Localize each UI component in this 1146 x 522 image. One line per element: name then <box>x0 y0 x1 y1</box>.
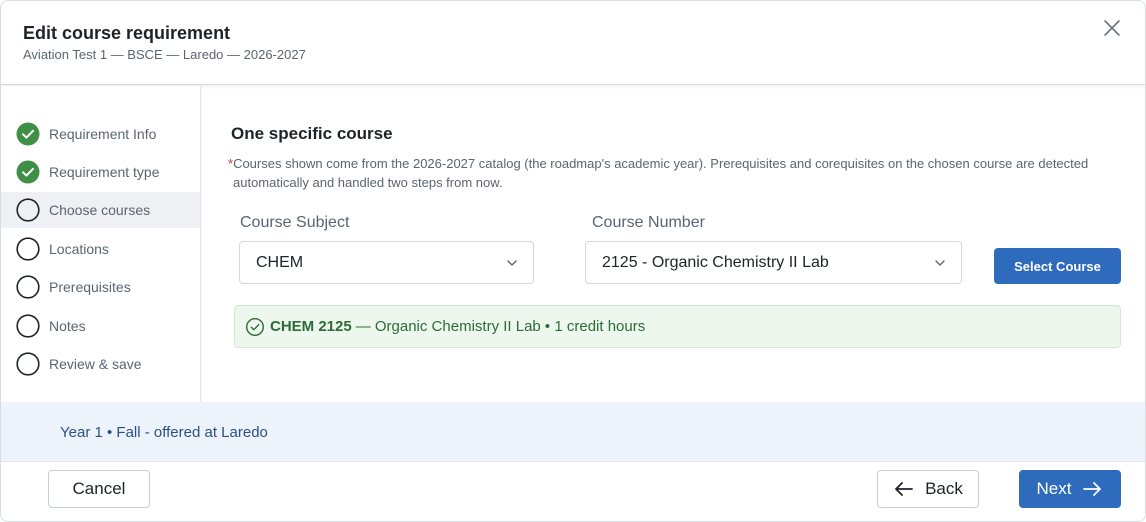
check-circle-icon <box>16 122 40 146</box>
steps-sidebar: Requirement Info Requirement type Choose… <box>1 86 201 402</box>
step-choose-courses[interactable]: Choose courses <box>1 192 200 228</box>
step-label: Notes <box>49 318 86 334</box>
dialog-subtitle: Aviation Test 1 — BSCE — Laredo — 2026-2… <box>23 47 306 62</box>
step-locations[interactable]: Locations <box>1 231 200 267</box>
chevron-down-icon <box>507 260 517 266</box>
check-circle-outline-icon <box>245 317 265 336</box>
step-content: One specific course *Courses shown come … <box>202 86 1145 402</box>
catalog-note: *Courses shown come from the 2026-2027 c… <box>228 154 1118 192</box>
empty-circle-icon <box>16 237 40 261</box>
term-info-text: Year 1 • Fall - offered at Laredo <box>60 424 268 441</box>
step-requirement-info[interactable]: Requirement Info <box>1 116 200 152</box>
empty-circle-icon <box>16 352 40 376</box>
step-review-save[interactable]: Review & save <box>1 346 200 382</box>
empty-circle-icon <box>16 314 40 338</box>
cancel-label: Cancel <box>72 479 126 498</box>
course-subject-label: Course Subject <box>240 214 350 231</box>
course-number-select[interactable]: 2125 - Organic Chemistry II Lab <box>585 241 962 284</box>
empty-circle-icon <box>16 198 40 222</box>
step-label: Locations <box>49 241 109 257</box>
selected-course-code: CHEM 2125 <box>270 318 352 335</box>
step-requirement-type[interactable]: Requirement type <box>1 154 200 190</box>
selected-course-details: — Organic Chemistry II Lab • 1 credit ho… <box>355 318 646 335</box>
check-circle-icon <box>16 160 40 184</box>
next-button[interactable]: Next <box>1019 470 1121 508</box>
term-info-bar: Year 1 • Fall - offered at Laredo <box>1 402 1145 462</box>
next-label: Next <box>1036 479 1072 498</box>
edit-course-requirement-dialog: Edit course requirement Aviation Test 1 … <box>0 0 1146 522</box>
empty-circle-icon <box>16 275 40 299</box>
step-label: Choose courses <box>49 202 151 218</box>
step-notes[interactable]: Notes <box>1 308 200 344</box>
dialog-header: Edit course requirement Aviation Test 1 … <box>1 1 1145 85</box>
note-text-continued: automatically and handled two steps from… <box>233 175 503 190</box>
back-button[interactable]: Back <box>877 470 979 508</box>
arrow-left-icon <box>895 482 913 496</box>
step-label: Prerequisites <box>49 279 131 295</box>
course-number-value: 2125 - Organic Chemistry II Lab <box>602 253 829 271</box>
back-label: Back <box>925 479 963 498</box>
selected-course-confirmation: CHEM 2125 — Organic Chemistry II Lab • 1… <box>234 305 1121 348</box>
step-label: Requirement Info <box>49 126 157 142</box>
dialog-title: Edit course requirement <box>23 23 231 43</box>
step-label: Review & save <box>49 356 142 372</box>
step-prerequisites[interactable]: Prerequisites <box>1 269 200 305</box>
arrow-right-icon <box>1083 482 1102 496</box>
dialog-footer: Cancel Back Next <box>1 463 1145 521</box>
section-title: One specific course <box>231 124 393 143</box>
note-text: Courses shown come from the 2026-2027 ca… <box>233 156 1089 171</box>
chevron-down-icon <box>935 260 945 266</box>
close-button[interactable] <box>1099 15 1125 41</box>
cancel-button[interactable]: Cancel <box>48 470 150 508</box>
course-subject-value: CHEM <box>256 253 304 271</box>
close-icon <box>1104 20 1120 36</box>
step-label: Requirement type <box>49 164 160 180</box>
course-number-label: Course Number <box>592 214 705 231</box>
select-course-button[interactable]: Select Course <box>994 248 1121 284</box>
course-subject-select[interactable]: CHEM <box>239 241 534 284</box>
